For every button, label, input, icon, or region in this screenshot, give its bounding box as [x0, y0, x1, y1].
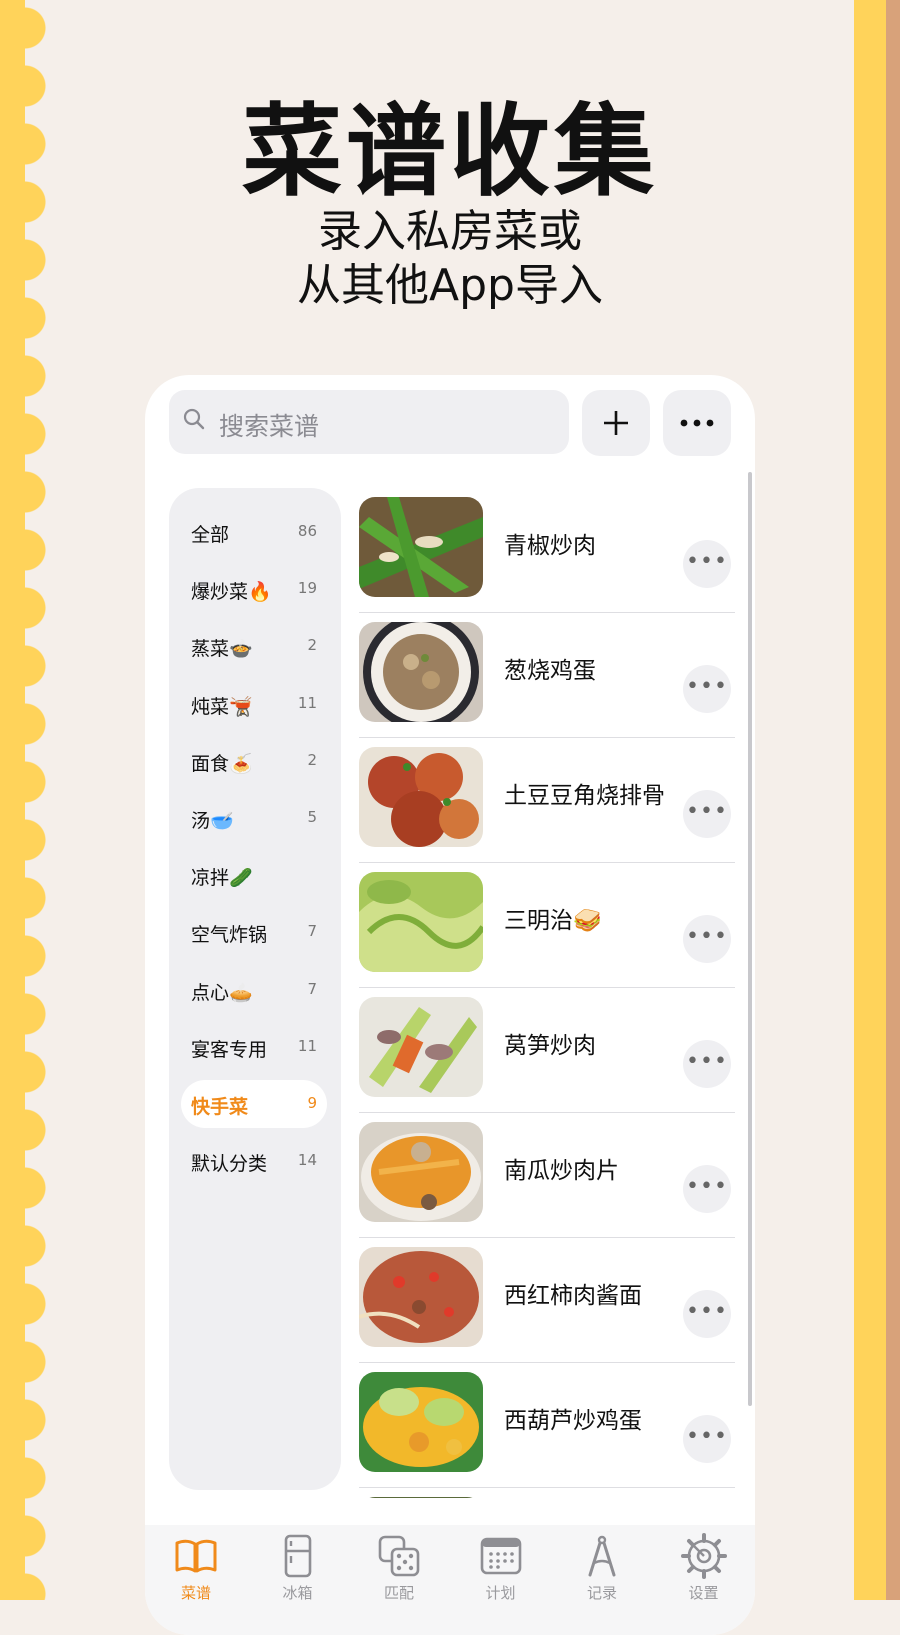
recipe-item[interactable]: 南瓜炒肉片 ••• [359, 1113, 735, 1238]
recipe-name: 西葫芦炒鸡蛋 [504, 1408, 642, 1434]
recipe-name: 青椒炒肉 [504, 533, 596, 559]
category-label: 汤🥣 [191, 810, 234, 832]
tab-dice[interactable]: 匹配 [348, 1533, 450, 1613]
category-sidebar: 全部 86 爆炒菜🔥 19 蒸菜🍲 2 炖菜🫕 11 面食🍝 2 汤🥣 5 凉拌🥒 空气炸锅 7 点心🥧 7 宴客… [169, 488, 341, 1490]
category-label: 面食🍝 [191, 752, 253, 775]
subtitle-line-1: 录入私房菜或 [318, 206, 582, 257]
recipe-item[interactable]: 西葫芦炒鸡蛋 ••• [359, 1363, 735, 1488]
recipe-more-button[interactable]: ••• [683, 1415, 731, 1463]
gear-icon [653, 1533, 755, 1579]
recipe-more-button[interactable]: ••• [683, 1040, 731, 1088]
recipe-thumbnail [359, 622, 483, 722]
category-count: 14 [297, 1151, 317, 1170]
recipe-item[interactable]: 土豆豆角烧排骨 ••• [359, 738, 735, 863]
search-icon [183, 408, 205, 430]
category-item[interactable]: 默认分类 14 [181, 1137, 327, 1185]
recipe-list: 青椒炒肉 ••• 葱烧鸡蛋 ••• 土豆豆角烧排骨 ••• 三明治🥪 ••• 莴笋炒肉 ••• 南瓜… [359, 488, 737, 1498]
search-placeholder: 搜索菜谱 [219, 412, 320, 441]
search-input[interactable]: 搜索菜谱 [169, 390, 569, 454]
recipe-thumbnail [359, 747, 483, 847]
subtitle-line-2: 从其他App导入 [297, 260, 603, 311]
category-item[interactable]: 凉拌🥒 [181, 851, 327, 899]
plus-icon [604, 411, 628, 435]
recipe-more-button[interactable]: ••• [683, 915, 731, 963]
category-item[interactable]: 蒸菜🍲 2 [181, 622, 327, 670]
category-item[interactable]: 爆炒菜🔥 19 [181, 565, 327, 613]
category-label: 爆炒菜🔥 [191, 581, 272, 604]
category-count: 19 [297, 579, 317, 598]
recipe-thumbnail [359, 1497, 483, 1498]
category-count: 5 [307, 808, 317, 826]
recipe-name: 土豆豆角烧排骨 [504, 783, 665, 809]
category-label: 点心🥧 [191, 981, 253, 1004]
category-label: 空气炸锅 [191, 924, 268, 947]
category-item[interactable]: 全部 86 [181, 508, 327, 556]
dice-icon [348, 1533, 450, 1579]
more-options-button[interactable] [663, 390, 731, 456]
recipe-item-partial[interactable] [359, 1488, 735, 1498]
tab-compass[interactable]: 记录 [551, 1533, 653, 1613]
recipe-item[interactable]: 葱烧鸡蛋 ••• [359, 613, 735, 738]
add-recipe-button[interactable] [582, 390, 650, 456]
phone-screen: 搜索菜谱 全部 86 爆炒菜🔥 19 蒸菜🍲 2 炖菜🫕 11 面食🍝 2 汤🥣 5 凉拌🥒 空气炸锅 7 点… [145, 375, 755, 1635]
recipe-name: 南瓜炒肉片 [504, 1158, 619, 1184]
scrollbar[interactable] [748, 472, 752, 1406]
recipe-more-button[interactable]: ••• [683, 1290, 731, 1338]
recipe-item[interactable]: 青椒炒肉 ••• [359, 488, 735, 613]
tab-book[interactable]: 菜谱 [145, 1533, 247, 1613]
category-count: 7 [307, 979, 317, 998]
category-label: 炖菜🫕 [191, 695, 253, 718]
recipe-name: 三明治🥪 [504, 908, 602, 934]
tab-fridge[interactable]: 冰箱 [247, 1533, 349, 1613]
category-count: 2 [307, 750, 317, 769]
category-item[interactable]: 宴客专用 11 [181, 1023, 327, 1071]
promo-title: 菜谱收集 [242, 93, 658, 210]
recipe-thumbnail [359, 1247, 483, 1347]
tab-gear[interactable]: 设置 [653, 1533, 755, 1613]
book-icon [145, 1533, 247, 1579]
tab-calendar[interactable]: 计划 [450, 1533, 552, 1613]
category-label: 蒸菜🍲 [191, 638, 253, 661]
category-label: 默认分类 [191, 1153, 268, 1176]
category-item[interactable]: 快手菜 9 [181, 1080, 327, 1128]
category-count: 9 [307, 1094, 317, 1112]
category-item[interactable]: 面食🍝 2 [181, 737, 327, 785]
recipe-more-button[interactable]: ••• [683, 540, 731, 588]
recipe-thumbnail [359, 1122, 483, 1222]
category-count: 11 [297, 1036, 317, 1055]
recipe-name: 西红柿肉酱面 [504, 1283, 642, 1309]
category-item[interactable]: 炖菜🫕 11 [181, 680, 327, 728]
compass-icon [551, 1533, 653, 1579]
promo-subtitle: 录入私房菜或 从其他App导入 [0, 205, 900, 313]
recipe-thumbnail [359, 497, 483, 597]
recipe-name: 葱烧鸡蛋 [504, 658, 596, 684]
tab-bar: 菜谱 冰箱 匹配 计划 记录 设置 [145, 1525, 755, 1635]
category-label: 凉拌🥒 [191, 867, 253, 890]
recipe-item[interactable]: 三明治🥪 ••• [359, 863, 735, 988]
recipe-thumbnail [359, 997, 483, 1097]
recipe-item[interactable]: 莴笋炒肉 ••• [359, 988, 735, 1113]
calendar-icon [450, 1533, 552, 1579]
fridge-icon [247, 1533, 349, 1579]
recipe-more-button[interactable]: ••• [683, 790, 731, 838]
recipe-more-button[interactable]: ••• [683, 1165, 731, 1213]
recipe-thumbnail [359, 1372, 483, 1472]
category-label: 全部 [191, 524, 230, 546]
recipe-more-button[interactable]: ••• [683, 665, 731, 713]
category-label: 宴客专用 [191, 1038, 268, 1061]
category-count: 7 [307, 922, 317, 941]
recipe-name: 莴笋炒肉 [504, 1033, 596, 1059]
category-count: 86 [297, 522, 317, 540]
category-item[interactable]: 空气炸锅 7 [181, 908, 327, 956]
category-item[interactable]: 汤🥣 5 [181, 794, 327, 842]
recipe-thumbnail [359, 872, 483, 972]
category-count: 2 [307, 636, 317, 655]
category-item[interactable]: 点心🥧 7 [181, 966, 327, 1014]
ellipsis-icon [680, 419, 714, 427]
recipe-item[interactable]: 西红柿肉酱面 ••• [359, 1238, 735, 1363]
category-count: 11 [297, 693, 317, 712]
category-label: 快手菜 [191, 1096, 249, 1118]
